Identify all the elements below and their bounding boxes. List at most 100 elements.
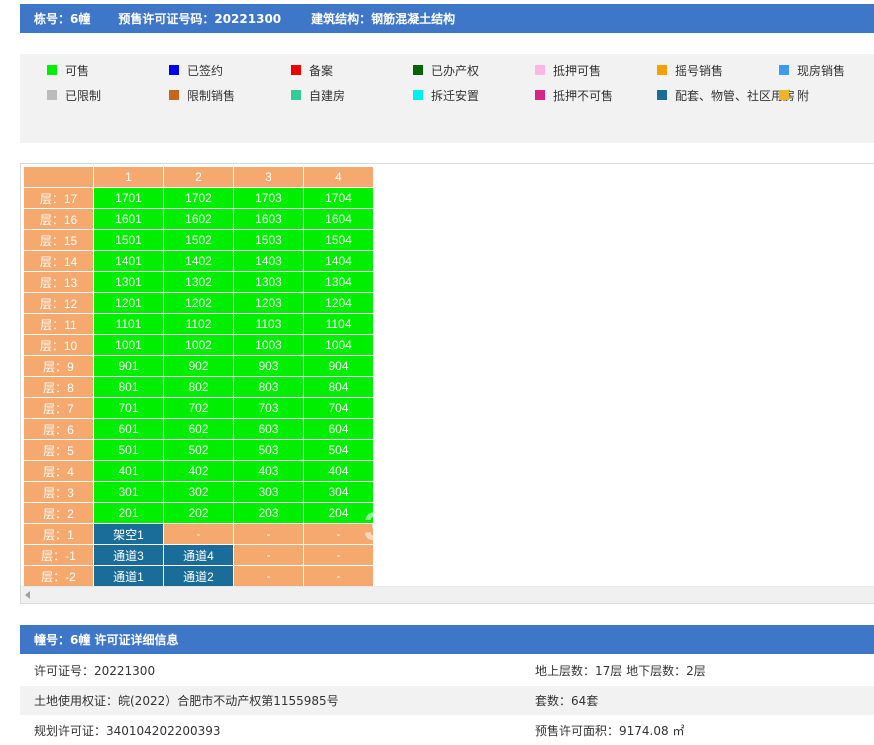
unit-cell[interactable]: 1601	[93, 208, 164, 230]
column-header: 3	[233, 166, 304, 188]
unit-cell[interactable]: 703	[233, 397, 304, 419]
floor-label: 层：12	[23, 292, 94, 314]
unit-cell[interactable]: 1401	[93, 250, 164, 272]
floor-row: 层：14 1401 1402 1403 1404	[23, 250, 374, 272]
floor-row: 层：16 1601 1602 1603 1604	[23, 208, 374, 230]
legend-label: 自建房	[309, 88, 346, 103]
building-number: 栋号：6幢	[34, 12, 91, 26]
unit-cell[interactable]: 904	[303, 355, 374, 377]
legend-item: 限制销售	[169, 87, 235, 103]
status-swatch-icon	[779, 65, 789, 75]
unit-cell[interactable]: 701	[93, 397, 164, 419]
unit-cell[interactable]: 1502	[163, 229, 234, 251]
status-swatch-icon	[47, 65, 57, 75]
floor-label: 层：15	[23, 229, 94, 251]
unit-cell[interactable]: 1102	[163, 313, 234, 335]
unit-cell[interactable]: 204	[303, 502, 374, 524]
unit-cell[interactable]: 1303	[233, 271, 304, 293]
unit-cell[interactable]: 303	[233, 481, 304, 503]
unit-cell[interactable]: 1504	[303, 229, 374, 251]
legend-item: 附	[779, 87, 809, 103]
column-header: 2	[163, 166, 234, 188]
horizontal-scrollbar[interactable]	[21, 586, 874, 603]
unit-cell[interactable]: 通道3	[93, 544, 164, 566]
unit-cell[interactable]: 201	[93, 502, 164, 524]
detail-row: 土地使用权证：皖(2022）合肥市不动产权第1155985号 套数：64套	[20, 686, 874, 715]
unit-cell[interactable]: 1704	[303, 187, 374, 209]
unit-cell[interactable]: 1202	[163, 292, 234, 314]
status-swatch-icon	[291, 65, 301, 75]
unit-cell[interactable]: 403	[233, 460, 304, 482]
unit-cell[interactable]: 302	[163, 481, 234, 503]
unit-cell[interactable]: 1403	[233, 250, 304, 272]
unit-cell[interactable]: 1103	[233, 313, 304, 335]
unit-cell[interactable]: 1503	[233, 229, 304, 251]
unit-cell[interactable]: 1702	[163, 187, 234, 209]
unit-cell[interactable]: 604	[303, 418, 374, 440]
unit-cell[interactable]: 602	[163, 418, 234, 440]
unit-cell[interactable]: 803	[233, 376, 304, 398]
floor-label: 层：5	[23, 439, 94, 461]
unit-cell[interactable]: 通道4	[163, 544, 234, 566]
unit-cell[interactable]: 1602	[163, 208, 234, 230]
unit-cell[interactable]: 1201	[93, 292, 164, 314]
unit-cell[interactable]: 404	[303, 460, 374, 482]
unit-cell[interactable]: 704	[303, 397, 374, 419]
unit-cell[interactable]: 1402	[163, 250, 234, 272]
unit-cell[interactable]: 1001	[93, 334, 164, 356]
unit-cell[interactable]: 603	[233, 418, 304, 440]
unit-cell[interactable]: 1204	[303, 292, 374, 314]
unit-cell[interactable]: 1703	[233, 187, 304, 209]
unit-cell[interactable]: 1301	[93, 271, 164, 293]
detail-row: 许可证号：20221300 地上层数：17层 地下层数：2层	[20, 656, 874, 685]
unit-cell[interactable]: 1604	[303, 208, 374, 230]
unit-cell[interactable]: 901	[93, 355, 164, 377]
unit-cell[interactable]: 402	[163, 460, 234, 482]
unit-cell[interactable]: 架空1	[93, 523, 164, 545]
unit-cell[interactable]: 通道1	[93, 565, 164, 587]
unit-cell[interactable]: 1304	[303, 271, 374, 293]
unit-cell[interactable]: 1101	[93, 313, 164, 335]
unit-cell[interactable]: 1104	[303, 313, 374, 335]
unit-cell[interactable]: 1501	[93, 229, 164, 251]
unit-cell[interactable]: 903	[233, 355, 304, 377]
unit-cell[interactable]: 1004	[303, 334, 374, 356]
land-use-certificate: 土地使用权证：皖(2022）合肥市不动产权第1155985号	[34, 694, 339, 708]
unit-cell[interactable]: 通道2	[163, 565, 234, 587]
legend-item: 摇号销售	[657, 62, 723, 78]
unit-cell[interactable]: 1404	[303, 250, 374, 272]
legend-label: 附	[797, 88, 810, 103]
unit-cell[interactable]: 301	[93, 481, 164, 503]
unit-cell[interactable]: 503	[233, 439, 304, 461]
floor-label: 层：14	[23, 250, 94, 272]
legend-label: 已办产权	[431, 63, 480, 78]
unit-cell[interactable]: 304	[303, 481, 374, 503]
unit-cell[interactable]: 601	[93, 418, 164, 440]
legend-item: 已签约	[169, 62, 223, 78]
detail-row: 规划许可证：340104202200393 预售许可面积：9174.08 ㎡	[20, 716, 874, 745]
unit-cell[interactable]: 203	[233, 502, 304, 524]
scroll-left-arrow-icon[interactable]	[25, 591, 30, 599]
unit-cell[interactable]: 1701	[93, 187, 164, 209]
unit-cell[interactable]: 802	[163, 376, 234, 398]
unit-cell[interactable]: 202	[163, 502, 234, 524]
unit-cell[interactable]: 902	[163, 355, 234, 377]
unit-cell[interactable]: 504	[303, 439, 374, 461]
unit-cell[interactable]: 501	[93, 439, 164, 461]
unit-cell[interactable]: 1302	[163, 271, 234, 293]
unit-cell[interactable]: 502	[163, 439, 234, 461]
unit-cell[interactable]: 801	[93, 376, 164, 398]
unit-cell[interactable]: 1003	[233, 334, 304, 356]
unit-cell[interactable]: 401	[93, 460, 164, 482]
unit-cell[interactable]: 1203	[233, 292, 304, 314]
floor-label: 层：17	[23, 187, 94, 209]
legend-item: 配套、物管、社区用房	[657, 87, 795, 103]
status-swatch-icon	[413, 90, 423, 100]
legend-label: 抵押可售	[553, 63, 602, 78]
unit-cell[interactable]: 702	[163, 397, 234, 419]
empty-unit-cell: -	[303, 544, 374, 566]
unit-cell[interactable]: 1603	[233, 208, 304, 230]
unit-cell[interactable]: 1002	[163, 334, 234, 356]
unit-cell[interactable]: 804	[303, 376, 374, 398]
floor-row: 层：17 1701 1702 1703 1704	[23, 187, 374, 209]
